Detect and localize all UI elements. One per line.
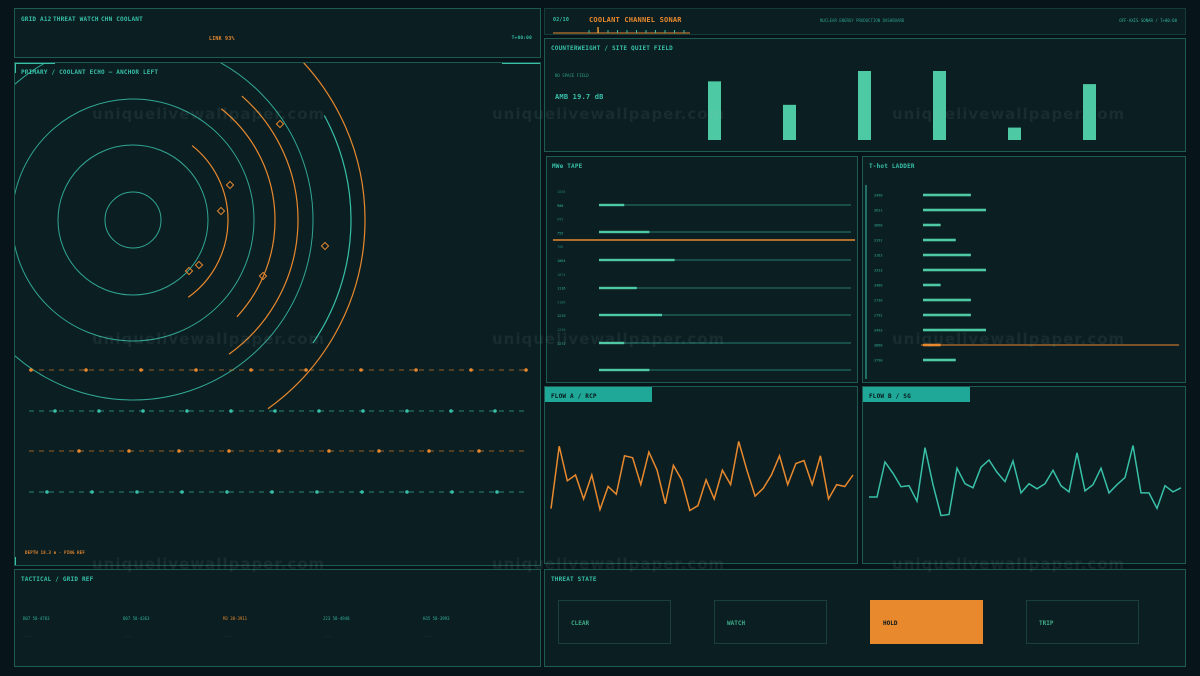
header-right-panel: 02/10 COOLANT CHANNEL SONAR NUCLEAR ENER… (544, 8, 1186, 35)
thot-bar (923, 253, 971, 257)
header-threat-label: THREAT WATCH (53, 16, 99, 23)
thot-label: 3183 (874, 254, 882, 258)
watermark: uniquelivewallpaper.com (892, 105, 1126, 123)
thot-bar (923, 208, 986, 212)
link-status: LINK 93% (209, 36, 235, 42)
state-trip-button[interactable]: TRIP (1026, 600, 1139, 644)
thot-bar (923, 313, 971, 317)
thot-label: 3790 (874, 359, 882, 363)
thot-bar (923, 193, 971, 197)
grid-ref-sub: ---- (423, 634, 433, 639)
thot-label: 2792 (874, 314, 882, 318)
thot-label: 3333 (874, 269, 882, 273)
watermark: uniquelivewallpaper.com (492, 105, 726, 123)
header-time: T+00:00 (511, 36, 532, 41)
watermark: uniquelivewallpaper.com (92, 105, 326, 123)
mwe-bar (599, 230, 650, 234)
thot-bar (923, 223, 941, 227)
thot-bar (923, 283, 941, 287)
mwe-axis-label: 1116 (557, 287, 565, 291)
panel-corners (15, 63, 540, 565)
flow-a-line (550, 441, 854, 513)
threat-title: THREAT STATE (551, 576, 597, 583)
counterweight-panel: COUNTERWEIGHT / SITE QUIET FIELD NO SPAC… (544, 38, 1186, 152)
mwe-bar (599, 368, 650, 372)
thot-ladder-panel: T-hot LADDER 3490 3631 3660 3191 3183 3333 348… (862, 156, 1186, 383)
tactical-title: TACTICAL / GRID REF (21, 576, 94, 583)
mwe-axis-label: 908 (557, 204, 563, 208)
grid-ref-sub: ---- (23, 634, 33, 639)
thot-label: 3660 (874, 224, 882, 228)
mwe-axis-label: 755 (557, 231, 563, 235)
grid-ref-sub: ---- (323, 634, 333, 639)
grid-ref-cell: H35 58-3993 (423, 616, 450, 621)
mwe-axis-label: 1074 (557, 273, 565, 277)
watermark: uniquelivewallpaper.com (892, 330, 1126, 348)
threat-state-panel: THREAT STATE CLEAR WATCH HOLD TRIP (544, 569, 1186, 667)
mwe-axis-label: 706 (557, 245, 563, 249)
quiet-field-bar (783, 104, 796, 140)
grid-ref-sub: ---- (223, 634, 233, 639)
thot-bar (923, 238, 956, 242)
flow-b-line (869, 445, 1182, 517)
watermark: uniquelivewallpaper.com (492, 330, 726, 348)
state-watch-button[interactable]: WATCH (714, 600, 827, 644)
watermark: uniquelivewallpaper.com (92, 330, 326, 348)
primary-sonar-panel: PRIMARY / COOLANT ECHO — ANCHOR LEFT DEP… (14, 62, 541, 566)
header-grid-label: GRID A12 (21, 16, 52, 23)
thot-label: 3860 (874, 344, 882, 348)
grid-ref-cell: J23 58-4948 (323, 616, 350, 621)
watermark: uniquelivewallpaper.com (492, 555, 726, 573)
watermark: uniquelivewallpaper.com (92, 555, 326, 573)
state-hold-button[interactable]: HOLD (870, 600, 983, 644)
quiet-field-bar (1008, 127, 1021, 140)
grid-ref-cell-active: M3 38-3911 (223, 616, 248, 621)
thot-label: 3480 (874, 284, 882, 288)
grid-ref-cell: D07 58-4783 (23, 616, 50, 621)
mwe-bar (599, 203, 625, 207)
mwe-tape-chart: 1030908995755706106410741116118612191230… (553, 190, 855, 372)
flow-a-trace (550, 441, 854, 513)
thot-label: 3631 (874, 209, 882, 213)
tactical-panel: TACTICAL / GRID REF D07 58-4783 D07 58-4… (14, 569, 541, 667)
header-left-panel: GRID A12 THREAT WATCH CHN COOLANT LINK 9… (14, 8, 541, 58)
quiet-field-bars (708, 71, 1096, 140)
header-channel-label: CHN COOLANT (101, 16, 143, 23)
mwe-axis-label: 1064 (557, 259, 565, 263)
flow-b-panel: FLOW B / SG (862, 386, 1186, 564)
mwe-bar (599, 313, 662, 317)
state-clear-button[interactable]: CLEAR (558, 600, 671, 644)
thot-bar (923, 298, 971, 302)
thot-label: 2730 (874, 299, 882, 303)
page-ticks (553, 27, 690, 34)
flow-a-panel: FLOW A / RCP (544, 386, 858, 564)
mwe-axis-label: 995 (557, 218, 563, 222)
thot-ladder-chart: 3490 3631 3660 3191 3183 3333 3480 2730 2792 3493… (865, 185, 1179, 379)
flow-b-trace (869, 445, 1182, 517)
mwe-tape-panel: MWe TAPE 1030 908 995 755 706 1064 1074 1116 118… (546, 156, 858, 383)
grid-ref-sub: ---- (123, 634, 133, 639)
mwe-axis-label: 1030 (557, 190, 565, 194)
mwe-bar (599, 258, 675, 262)
watermark: uniquelivewallpaper.com (892, 555, 1126, 573)
quiet-field-bar (858, 71, 871, 140)
thot-bar (923, 358, 956, 362)
thot-label: 3191 (874, 239, 882, 243)
mwe-bar (599, 286, 637, 290)
mwe-axis-label: 1219 (557, 314, 565, 318)
grid-ref-cell: D07 58-4363 (123, 616, 150, 621)
thot-label: 3493 (874, 329, 882, 333)
mwe-axis-label: 1186 (557, 300, 565, 304)
thot-label: 3490 (874, 194, 882, 198)
thot-bar (923, 268, 986, 272)
